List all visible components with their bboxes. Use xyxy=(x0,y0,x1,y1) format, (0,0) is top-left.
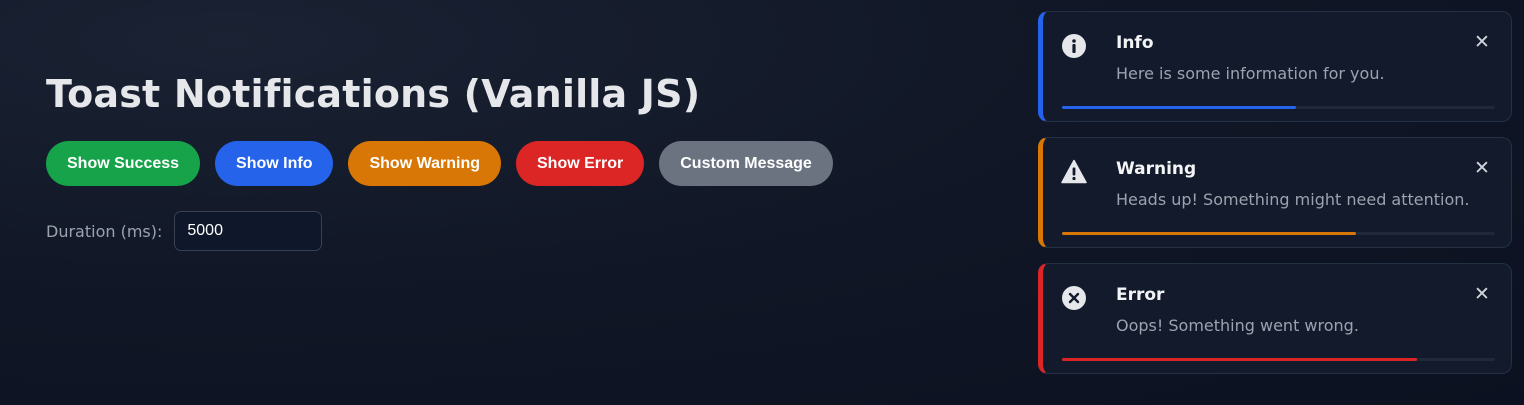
error-icon xyxy=(1061,285,1087,311)
toast-container: Info Here is some information for you. ✕… xyxy=(1038,11,1512,389)
toast-message: Here is some information for you. xyxy=(1116,64,1385,83)
toast-message: Heads up! Something might need attention… xyxy=(1116,190,1470,209)
custom-message-button[interactable]: Custom Message xyxy=(659,141,833,186)
toast-progress-track xyxy=(1062,232,1495,235)
toast-warning: Warning Heads up! Something might need a… xyxy=(1038,137,1512,248)
show-info-button[interactable]: Show Info xyxy=(215,141,334,186)
toast-error: Error Oops! Something went wrong. ✕ xyxy=(1038,263,1512,374)
duration-label: Duration (ms): xyxy=(46,221,163,241)
toast-progress-track xyxy=(1062,358,1495,361)
toast-progress-bar xyxy=(1062,106,1296,109)
toast-progress-bar xyxy=(1062,358,1418,361)
toast-title: Info xyxy=(1116,33,1154,53)
toast-progress-bar xyxy=(1062,232,1357,235)
toast-info: Info Here is some information for you. ✕ xyxy=(1038,11,1512,122)
page-title: Toast Notifications (Vanilla JS) xyxy=(46,72,701,116)
warning-icon xyxy=(1061,159,1087,185)
close-icon[interactable]: ✕ xyxy=(1473,285,1491,304)
close-icon[interactable]: ✕ xyxy=(1473,33,1491,52)
show-error-button[interactable]: Show Error xyxy=(516,141,645,186)
toast-title: Warning xyxy=(1116,159,1197,179)
show-warning-button[interactable]: Show Warning xyxy=(348,141,501,186)
toast-message: Oops! Something went wrong. xyxy=(1116,316,1359,335)
toast-progress-track xyxy=(1062,106,1495,109)
toast-title: Error xyxy=(1116,285,1165,305)
duration-row: Duration (ms): xyxy=(46,211,323,251)
close-icon[interactable]: ✕ xyxy=(1473,159,1491,178)
button-row: Show Success Show Info Show Warning Show… xyxy=(46,141,833,186)
duration-input[interactable] xyxy=(174,211,323,251)
info-icon xyxy=(1061,33,1087,59)
show-success-button[interactable]: Show Success xyxy=(46,141,201,186)
